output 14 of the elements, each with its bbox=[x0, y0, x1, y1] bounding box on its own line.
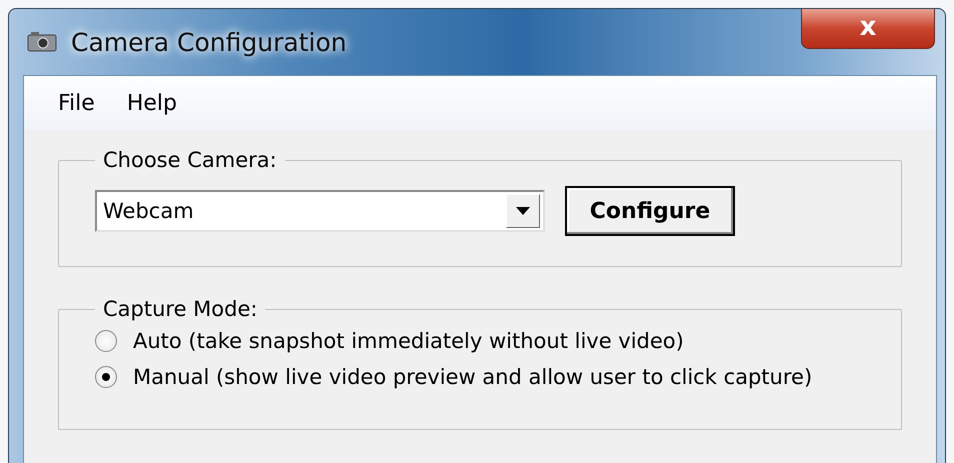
radio-label[interactable]: Auto (take snapshot immediately without live video) bbox=[133, 329, 684, 353]
close-button[interactable]: x bbox=[801, 9, 935, 49]
window-title: Camera Configuration bbox=[71, 28, 347, 56]
menu-item[interactable]: Help bbox=[112, 88, 191, 118]
camera-dropdown[interactable]: Webcam bbox=[95, 190, 545, 232]
group-label: Choose Camera: bbox=[102, 148, 278, 172]
radio-button[interactable] bbox=[95, 366, 117, 388]
radio-button[interactable] bbox=[95, 330, 117, 352]
menu-item[interactable]: File bbox=[44, 88, 109, 118]
radio-label[interactable]: Manual (show live video preview and allow user to click capture) bbox=[133, 365, 812, 389]
dropdown-arrow-icon bbox=[516, 207, 530, 215]
group-label: Capture Mode: bbox=[102, 297, 258, 321]
configure-button[interactable]: Configure bbox=[565, 186, 735, 236]
camera-icon bbox=[27, 31, 57, 53]
